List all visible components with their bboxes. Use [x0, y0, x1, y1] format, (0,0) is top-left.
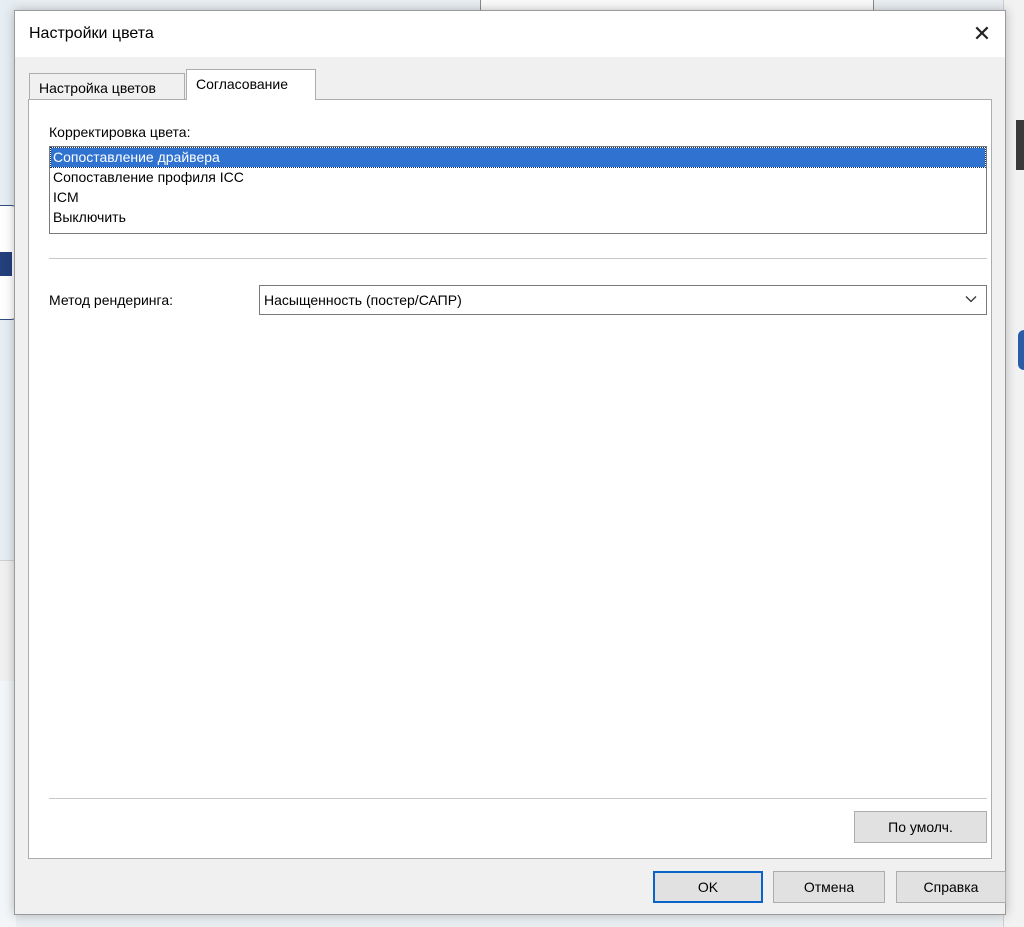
close-icon[interactable]: ✕ — [959, 11, 1005, 57]
tab-color-setup[interactable]: Настройка цветов — [29, 73, 185, 99]
color-settings-dialog: Настройки цвета ✕ Настройка цветов Согла… — [14, 10, 1006, 915]
tab-panel-matching: Корректировка цвета: Сопоставление драйв… — [28, 99, 992, 859]
defaults-button[interactable]: По умолч. — [854, 811, 987, 843]
list-item-driver-matching[interactable]: Сопоставление драйвера — [50, 147, 986, 168]
background-window-right — [1003, 0, 1024, 927]
cancel-button[interactable]: Отмена — [773, 871, 885, 903]
chevron-down-icon — [965, 296, 977, 303]
ok-button[interactable]: OK — [653, 871, 763, 903]
rendering-method-dropdown[interactable]: Насыщенность (постер/САПР) — [259, 285, 987, 315]
dialog-title: Настройки цвета — [29, 25, 154, 42]
color-correction-label: Корректировка цвета: — [49, 124, 191, 140]
list-item-off[interactable]: Выключить — [51, 208, 985, 227]
background-accent — [1018, 330, 1024, 370]
color-correction-listbox[interactable]: Сопоставление драйвера Сопоставление про… — [49, 146, 987, 234]
list-item-icm[interactable]: ICM — [51, 188, 985, 207]
list-item-icc-profile-matching[interactable]: Сопоставление профиля ICC — [51, 168, 985, 187]
rendering-method-value: Насыщенность (постер/САПР) — [264, 292, 462, 308]
tab-matching[interactable]: Согласование — [186, 69, 316, 100]
title-bar: Настройки цвета ✕ — [15, 11, 1005, 57]
background-accent — [0, 252, 12, 276]
help-button[interactable]: Справка — [896, 871, 1006, 903]
divider — [49, 798, 987, 799]
divider — [49, 258, 987, 259]
rendering-method-label: Метод рендеринга: — [49, 292, 174, 308]
background-accent — [1016, 120, 1024, 170]
